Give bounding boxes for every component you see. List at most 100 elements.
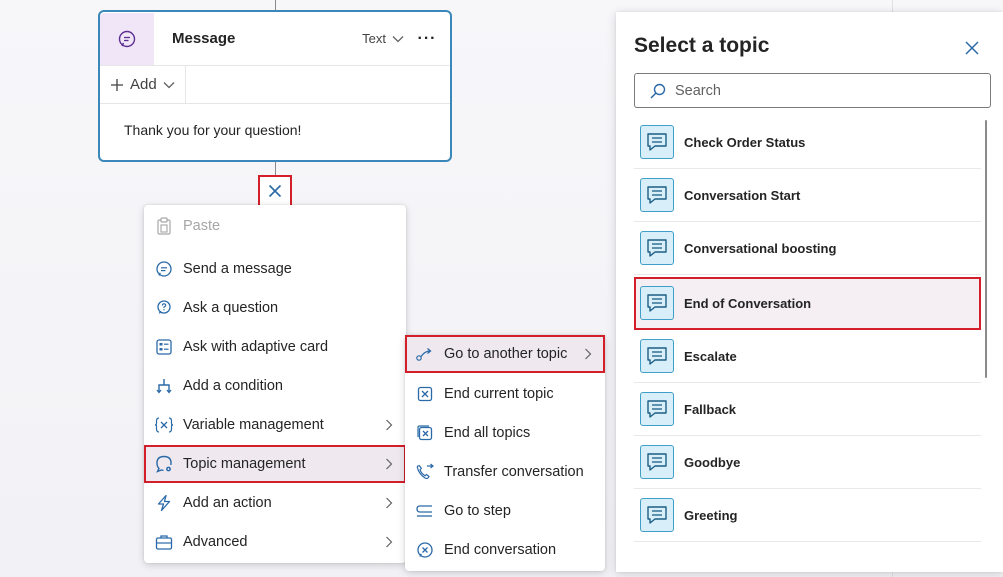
topic-management-submenu: Go to another topic End current topic En… [405,335,605,571]
menu-item-label: Send a message [183,261,292,277]
add-node-menu: Paste Send a message Ask a question Ask … [144,205,406,563]
topic-item-end-of-conversation[interactable]: End of Conversation [634,277,981,330]
chevron-down-icon [392,35,404,42]
menu-item-add-condition[interactable]: Add a condition [144,367,406,405]
topic-chat-icon [640,178,674,212]
submenu-item-end-conversation[interactable]: End conversation [405,531,605,569]
submenu-item-end-all-topics[interactable]: End all topics [405,414,605,452]
menu-item-label: Variable management [183,417,324,433]
topic-label: Fallback [684,401,737,417]
topic-label: Escalate [684,348,737,364]
topic-chat-icon [640,498,674,532]
topic-label: Conversation Start [684,187,801,203]
variable-icon [154,415,174,435]
toolbox-icon [154,532,174,552]
chevron-right-icon [380,458,398,470]
topic-label: Check Order Status [684,134,806,150]
chevron-right-icon [380,497,398,509]
close-icon [965,41,979,55]
adaptive-card-icon [154,337,174,357]
message-node-header: Message Text ··· [100,12,450,66]
submenu-item-go-to-step[interactable]: Go to step [405,492,605,530]
submenu-item-end-current-topic[interactable]: End current topic [405,375,605,413]
menu-item-advanced[interactable]: Advanced [144,523,406,561]
chevron-right-icon [380,419,398,431]
topic-list-scrollbar[interactable] [985,120,987,378]
connector-bottom [275,162,276,175]
submenu-item-label: Go to step [444,503,511,519]
menu-item-label: Advanced [183,534,248,550]
select-topic-panel: Select a topic Check Order Status Conver… [616,12,1003,572]
topic-label: End of Conversation [684,295,812,311]
redirect-icon [415,344,435,364]
topic-item-greeting[interactable]: Greeting [634,489,981,542]
menu-item-label: Paste [183,218,221,234]
topic-chat-icon [640,392,674,426]
more-options-button[interactable]: ··· [412,30,442,48]
submenu-item-label: Go to another topic [444,346,568,362]
topic-item-check-order-status[interactable]: Check Order Status [634,116,981,169]
message-text[interactable]: Thank you for your question! [100,104,450,156]
plus-icon [111,78,123,91]
chat-bubble-icon [154,259,174,279]
submenu-item-label: End current topic [444,386,554,402]
add-label: Add [130,76,157,93]
close-icon [268,184,282,198]
chevron-down-icon [163,81,175,88]
topic-search-box[interactable] [634,73,991,108]
add-variation-button[interactable]: Add [100,66,186,103]
search-icon [650,83,666,99]
submenu-item-go-to-topic[interactable]: Go to another topic [405,335,605,373]
close-menu-button[interactable] [258,175,292,207]
topic-chat-icon [640,125,674,159]
message-node-title: Message [172,30,236,47]
chevron-right-icon [579,348,597,360]
topic-label: Goodbye [684,454,741,470]
submenu-item-label: Transfer conversation [444,464,584,480]
goto-step-icon [415,501,435,521]
close-panel-button[interactable] [964,40,980,59]
menu-item-ask-question[interactable]: Ask a question [144,289,406,327]
topic-chat-icon [640,286,674,320]
menu-item-topic-management[interactable]: Topic management [144,445,406,483]
end-all-icon [415,423,435,443]
lightning-icon [154,493,174,513]
topic-label: Conversational boosting [684,240,837,256]
menu-item-label: Add a condition [183,378,283,394]
topic-item-escalate[interactable]: Escalate [634,330,981,383]
question-icon [154,298,174,318]
menu-item-label: Topic management [183,456,306,472]
panel-title: Select a topic [634,34,770,57]
connector-top [275,0,276,10]
menu-item-add-action[interactable]: Add an action [144,484,406,522]
topic-chat-icon [640,231,674,265]
menu-item-label: Ask a question [183,300,279,316]
menu-item-send-message[interactable]: Send a message [144,250,406,288]
topic-management-icon [154,454,174,474]
menu-item-label: Ask with adaptive card [183,339,329,355]
menu-item-variable-management[interactable]: Variable management [144,406,406,444]
message-type-label: Text [362,31,386,46]
topic-chat-icon [640,339,674,373]
topic-chat-icon [640,445,674,479]
message-type-dropdown[interactable]: Text [362,31,404,46]
topic-item-conversational-boosting[interactable]: Conversational boosting [634,222,981,275]
menu-item-label: Add an action [183,495,272,511]
message-icon [100,12,154,65]
submenu-item-label: End all topics [444,425,531,441]
message-add-row: Add [100,66,450,104]
submenu-item-transfer-conversation[interactable]: Transfer conversation [405,453,605,491]
topic-item-goodbye[interactable]: Goodbye [634,436,981,489]
message-node[interactable]: Message Text ··· Add Thank you for your … [98,10,452,162]
branch-icon [154,376,174,396]
topic-item-fallback[interactable]: Fallback [634,383,981,436]
topic-item-conversation-start[interactable]: Conversation Start [634,169,981,222]
chevron-right-icon [380,536,398,548]
transfer-icon [415,462,435,482]
end-conversation-icon [415,540,435,560]
submenu-item-label: End conversation [444,542,557,558]
menu-item-paste[interactable]: Paste [144,207,406,245]
topic-label: Greeting [684,507,738,523]
menu-item-adaptive-card[interactable]: Ask with adaptive card [144,328,406,366]
search-input[interactable] [675,82,975,99]
